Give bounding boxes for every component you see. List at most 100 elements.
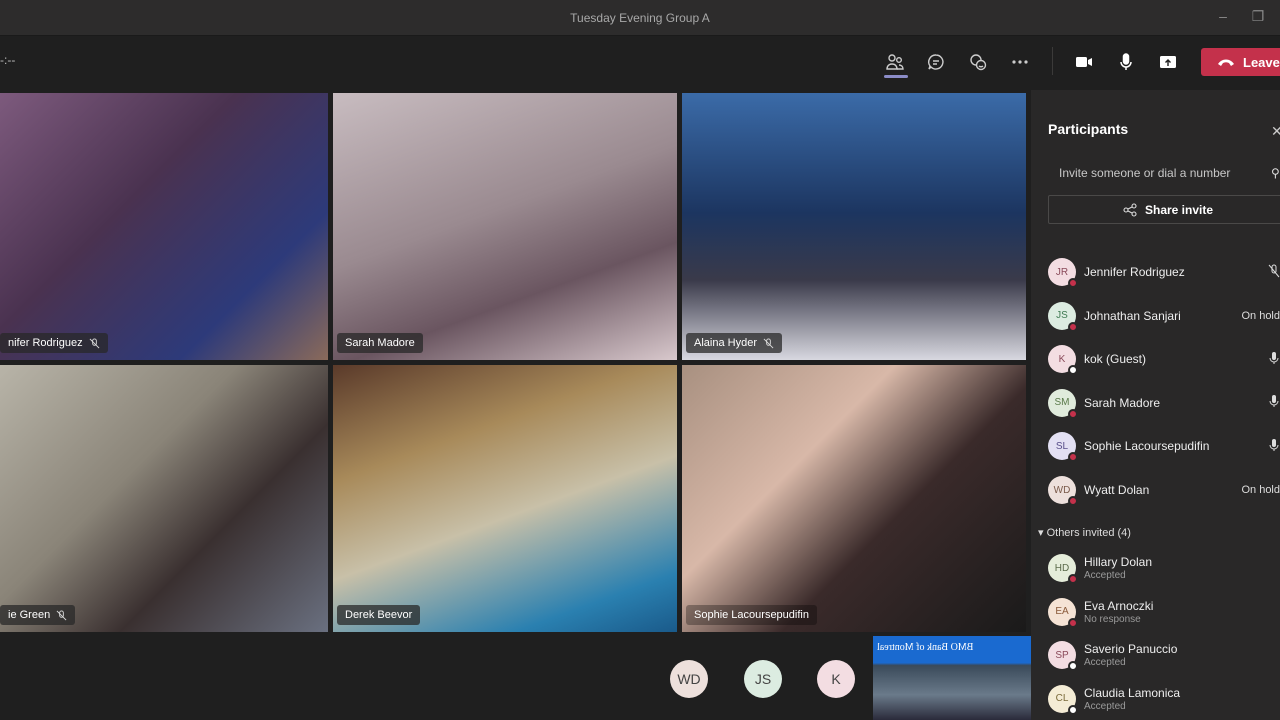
reactions-button[interactable] (963, 49, 993, 75)
microphone-icon (1120, 53, 1132, 70)
participant-name: Claudia Lamonica Accepted (1084, 686, 1280, 712)
share-invite-label: Share invite (1144, 202, 1214, 217)
avatar-initials: JS (1056, 310, 1068, 322)
active-tab-indicator (884, 75, 908, 78)
video-feed (0, 93, 328, 360)
overflow-avatar-k[interactable]: K (817, 660, 855, 698)
participant-name: ie Green (8, 609, 51, 621)
mic-off-icon (56, 609, 67, 620)
title-bar: Tuesday Evening Group A – ❐ (0, 0, 1280, 36)
mic-icon (1269, 351, 1279, 364)
name-tag: Derek Beevor (337, 605, 421, 625)
invite-input[interactable]: Invite someone or dial a number (1059, 166, 1259, 180)
presence-indicator (1068, 321, 1078, 332)
participant-row[interactable]: EA Eva Arnoczki No response (1048, 592, 1280, 632)
mic-icon (1269, 438, 1279, 451)
avatar: SM (1048, 388, 1078, 419)
more-icon (1012, 60, 1028, 64)
leave-button[interactable]: Leave (1201, 48, 1280, 76)
raise-hand-icon (970, 54, 987, 71)
avatar-initials: WD (677, 671, 701, 687)
avatar-initials: SL (1055, 440, 1069, 452)
participant-name: Johnathan Sanjari (1084, 308, 1181, 323)
avatar-initials: JR (1055, 266, 1069, 278)
video-tile-sarah-madore[interactable]: Sarah Madore (333, 93, 677, 360)
overflow-avatar-wd[interactable]: WD (670, 660, 708, 698)
participant-name: Sarah Madore (345, 337, 415, 349)
participant-status (1268, 351, 1280, 368)
video-tile-jennifer-rodriguez[interactable]: nifer Rodriguez (0, 93, 328, 360)
chat-icon (928, 54, 944, 70)
share-screen-button[interactable] (1153, 49, 1183, 75)
video-feed (0, 365, 328, 632)
avatar: EA (1048, 597, 1078, 628)
participant-name: Hillary Dolan Accepted (1084, 555, 1280, 581)
participant-row[interactable]: SP Saverio Panuccio Accepted (1048, 635, 1280, 675)
presence-indicator (1068, 452, 1078, 463)
participant-name: Eva Arnoczki No response (1084, 599, 1280, 625)
window-title: Tuesday Evening Group A (570, 11, 710, 25)
video-tile-sophie-lacoursepudifin[interactable]: Sophie Lacoursepudifin (682, 365, 1026, 632)
video-tile-derek-beevor[interactable]: Derek Beevor (333, 365, 677, 632)
minimize-icon[interactable]: – (1213, 8, 1233, 28)
video-tile-sophie-green[interactable]: ie Green (0, 365, 328, 632)
participant-status (1268, 394, 1280, 411)
avatar: K (1048, 345, 1078, 376)
participant-name: Wyatt Dolan (1084, 483, 1150, 497)
more-options-button[interactable] (1005, 49, 1035, 75)
video-stage: nifer Rodriguez Sarah Madore Alaina Hyde… (0, 90, 1031, 720)
others-invited-toggle[interactable]: ▾ Others invited (4) (1038, 526, 1131, 539)
avatar-initials: EA (1055, 606, 1069, 618)
participants-panel: Participants ✕ Invite someone or dial a … (1031, 90, 1280, 720)
participant-name: Jennifer Rodriguez (1084, 265, 1185, 279)
avatar-initials: JS (754, 671, 772, 687)
mic-toggle-button[interactable] (1111, 49, 1141, 75)
video-feed (333, 365, 677, 632)
participant-row[interactable]: WD Wyatt Dolan On hold (1048, 470, 1280, 510)
participant-name: Sarah Madore (1084, 395, 1161, 410)
mic-icon (1269, 395, 1279, 408)
presence-indicator (1068, 574, 1078, 584)
chat-button[interactable] (921, 49, 951, 75)
video-feed (333, 93, 677, 360)
self-view-video[interactable]: BMO Bank of Montreal (873, 636, 1031, 720)
share-icon (1123, 202, 1137, 217)
participant-row[interactable]: SL Sophie Lacoursepudifin (1048, 426, 1280, 466)
participants-button[interactable] (880, 49, 910, 75)
avatar: HD (1048, 554, 1078, 584)
people-icon (886, 54, 904, 70)
participant-name: Alaina Hyder (694, 337, 757, 349)
restore-icon[interactable]: ❐ (1248, 8, 1268, 28)
video-tile-alaina-hyder[interactable]: Alaina Hyder (682, 93, 1026, 360)
participant-row[interactable]: Kkok (Guest) (1048, 339, 1280, 379)
name-tag: ie Green (0, 605, 76, 625)
self-view-sign: BMO Bank of Montreal (877, 642, 974, 653)
close-panel-icon[interactable]: ✕ (1271, 123, 1280, 140)
avatar: CL (1048, 684, 1078, 715)
participant-row[interactable]: JR Jennifer Rodriguez (1048, 252, 1280, 292)
share-invite-button[interactable]: Share invite (1048, 195, 1280, 224)
participant-status (1268, 438, 1280, 455)
overflow-avatar-js[interactable]: JS (744, 660, 782, 698)
invite-status: Accepted (1084, 700, 1126, 712)
avatar: SL (1048, 432, 1078, 463)
participant-row[interactable]: HD Hillary Dolan Accepted (1048, 548, 1280, 588)
participant-status: On hold (1241, 309, 1280, 322)
participant-row[interactable]: CL Claudia Lamonica Accepted (1048, 679, 1280, 719)
leave-label: Leave (1243, 54, 1280, 70)
participant-row[interactable]: JS Johnathan Sanjari On hold (1048, 296, 1280, 336)
participant-name: Sophie Lacoursepudifin (694, 609, 809, 621)
video-feed (682, 365, 1026, 632)
presence-indicator (1068, 704, 1078, 715)
participant-row[interactable]: SM Sarah Madore (1048, 383, 1280, 423)
mic-off-icon (89, 337, 100, 348)
search-icon[interactable]: ⚲ (1271, 166, 1280, 180)
avatar-initials: K (831, 671, 841, 687)
presence-indicator (1068, 278, 1078, 288)
avatar-initials: CL (1055, 693, 1069, 705)
name-tag: nifer Rodriguez (0, 333, 108, 353)
meeting-toolbar: -:-- Leave (0, 37, 1280, 90)
participant-name: nifer Rodriguez (8, 337, 83, 349)
camera-toggle-button[interactable] (1069, 49, 1099, 75)
mic-off-icon (1268, 264, 1280, 277)
